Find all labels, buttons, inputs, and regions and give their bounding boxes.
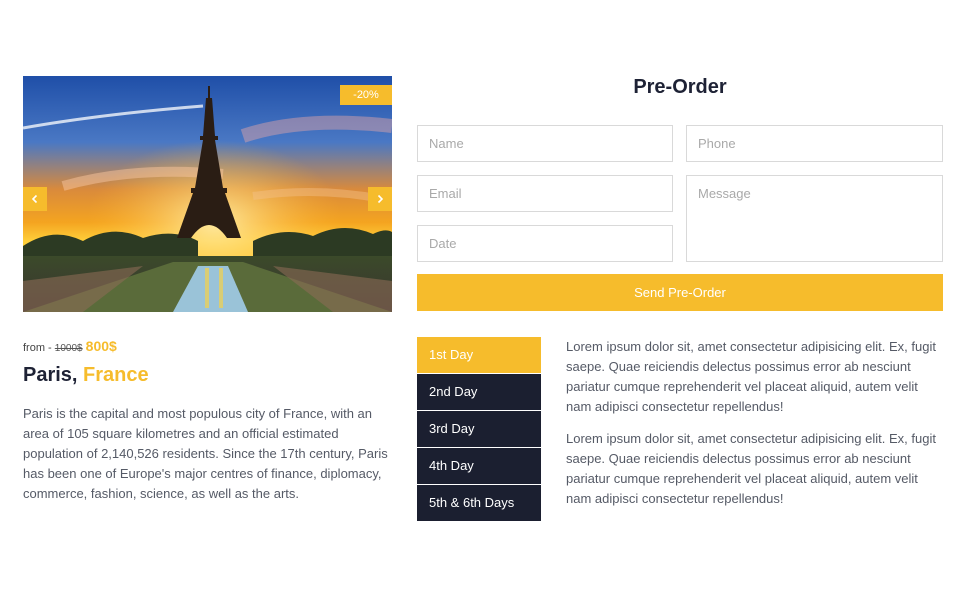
eiffel-tower-photo — [23, 76, 392, 312]
discount-badge: -20% — [340, 85, 392, 105]
message-textarea[interactable] — [686, 175, 943, 262]
slider-next-button[interactable] — [368, 187, 392, 211]
price-prefix: from - — [23, 342, 52, 354]
day-tabs: 1st Day 2nd Day 3rd Day 4th Day 5th & 6t… — [417, 337, 541, 522]
tour-title: Paris, France — [23, 364, 149, 387]
new-price: 800$ — [85, 338, 117, 354]
tour-description: Paris is the capital and most populous c… — [23, 406, 388, 501]
tab-1st-day[interactable]: 1st Day — [417, 337, 541, 373]
tour-country: France — [83, 364, 149, 386]
tab-4th-day[interactable]: 4th Day — [417, 448, 541, 484]
send-preorder-button[interactable]: Send Pre-Order — [417, 274, 943, 311]
price-line: from - 1000$ 800$ — [23, 338, 117, 354]
tab-5th-6th-days[interactable]: 5th & 6th Days — [417, 485, 541, 521]
tour-city: Paris, — [23, 364, 78, 386]
date-input[interactable] — [417, 225, 673, 262]
phone-input[interactable] — [686, 125, 943, 162]
email-input[interactable] — [417, 175, 673, 212]
day-paragraph: Lorem ipsum dolor sit, amet consectetur … — [566, 339, 936, 414]
old-price: 1000$ — [54, 343, 83, 354]
day-paragraph: Lorem ipsum dolor sit, amet consectetur … — [566, 431, 936, 506]
chevron-right-icon — [377, 194, 384, 204]
tour-image-slider: -20% — [23, 76, 392, 312]
form-title: Pre-Order — [633, 76, 727, 98]
tab-2nd-day[interactable]: 2nd Day — [417, 374, 541, 410]
chevron-left-icon — [31, 194, 38, 204]
name-input[interactable] — [417, 125, 673, 162]
slider-prev-button[interactable] — [23, 187, 47, 211]
tab-3rd-day[interactable]: 3rd Day — [417, 411, 541, 447]
day-description: Lorem ipsum dolor sit, amet consectetur … — [566, 337, 936, 521]
